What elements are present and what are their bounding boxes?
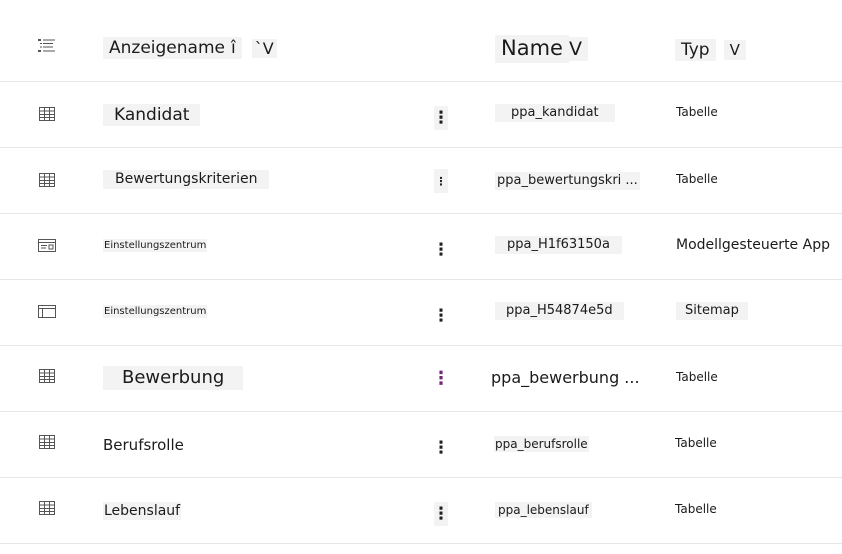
chevron-down-icon[interactable]: `V <box>251 38 277 58</box>
grid-header: Anzeigename î `V Name V Typ V <box>0 16 842 82</box>
display-name-cell[interactable]: Einstellungszentrum <box>103 305 208 318</box>
table-row[interactable]: Bewertungskriterien ⋮ ppa_bewertungskri … <box>0 148 842 214</box>
type-cell: Tabelle <box>675 436 717 450</box>
table-row[interactable]: Lebenslauf ⋮ ppa_lebenslauf Tabelle <box>0 478 842 544</box>
display-name-cell[interactable]: Berufsrolle <box>103 436 184 454</box>
more-options-button[interactable]: ⋮ <box>433 502 450 526</box>
more-options-button[interactable]: ⋮ <box>434 169 448 193</box>
name-cell: ppa_berufsrolle <box>494 436 589 452</box>
table-icon <box>38 172 56 188</box>
more-options-button[interactable]: ⋮ <box>432 366 450 390</box>
more-options-button[interactable]: ⋮ <box>433 436 450 460</box>
more-options-button[interactable]: ⋮ <box>433 106 450 130</box>
type-cell: Tabelle <box>675 502 717 516</box>
type-cell: Sitemap <box>676 302 748 320</box>
type-cell: Tabelle <box>676 370 718 384</box>
sort-ascending-icon: î <box>230 36 242 60</box>
type-cell: Tabelle <box>676 105 718 119</box>
name-cell: ppa_H1f63150a <box>495 236 622 254</box>
table-row[interactable]: Einstellungszentrum ⋮ ppa_H1f63150a Mode… <box>0 214 842 280</box>
table-icon <box>38 368 56 384</box>
name-cell: ppa_kandidat <box>495 104 615 122</box>
type-cell: Modellgesteuerte App <box>676 237 830 253</box>
name-cell: ppa_bewertungskri ... <box>495 172 640 190</box>
column-header-display-name-label: Anzeigename <box>103 36 231 60</box>
table-icon <box>38 106 56 122</box>
more-options-button[interactable]: ⋮ <box>433 238 450 262</box>
column-header-name-label: Name <box>495 35 569 63</box>
model-driven-app-icon <box>38 238 56 254</box>
column-options-icon[interactable] <box>38 38 56 54</box>
display-name-cell[interactable]: Lebenslauf <box>103 502 182 520</box>
column-header-type-label: Typ <box>675 38 716 62</box>
table-row[interactable]: Kandidat ⋮ ppa_kandidat Tabelle <box>0 82 842 148</box>
name-cell: ppa_lebenslauf <box>495 502 592 519</box>
column-header-name[interactable]: Name V <box>495 35 588 63</box>
chevron-down-icon[interactable]: V <box>568 36 588 62</box>
column-header-display-name[interactable]: Anzeigename î `V <box>103 36 277 60</box>
table-icon <box>38 500 56 516</box>
solution-objects-grid: Anzeigename î `V Name V Typ V Kandidat ⋮… <box>0 16 842 544</box>
table-icon <box>38 434 56 450</box>
name-cell: ppa_bewerbung ... <box>491 368 640 387</box>
more-options-button[interactable]: ⋮ <box>433 304 450 328</box>
display-name-cell[interactable]: Bewertungskriterien <box>103 170 270 189</box>
chevron-down-icon[interactable]: V <box>723 40 746 60</box>
sitemap-icon <box>38 304 56 320</box>
table-row[interactable]: Einstellungszentrum ⋮ ppa_H54874e5d Site… <box>0 280 842 346</box>
display-name-cell[interactable]: Bewerbung <box>103 366 244 390</box>
type-cell: Tabelle <box>676 172 718 186</box>
name-cell: ppa_H54874e5d <box>495 302 624 320</box>
column-header-type[interactable]: Typ V <box>675 38 746 62</box>
table-row[interactable]: Berufsrolle ⋮ ppa_berufsrolle Tabelle <box>0 412 842 478</box>
display-name-cell[interactable]: Einstellungszentrum <box>103 239 208 252</box>
table-row[interactable]: Bewerbung ⋮ ppa_bewerbung ... Tabelle <box>0 346 842 412</box>
display-name-cell[interactable]: Kandidat <box>103 104 201 127</box>
